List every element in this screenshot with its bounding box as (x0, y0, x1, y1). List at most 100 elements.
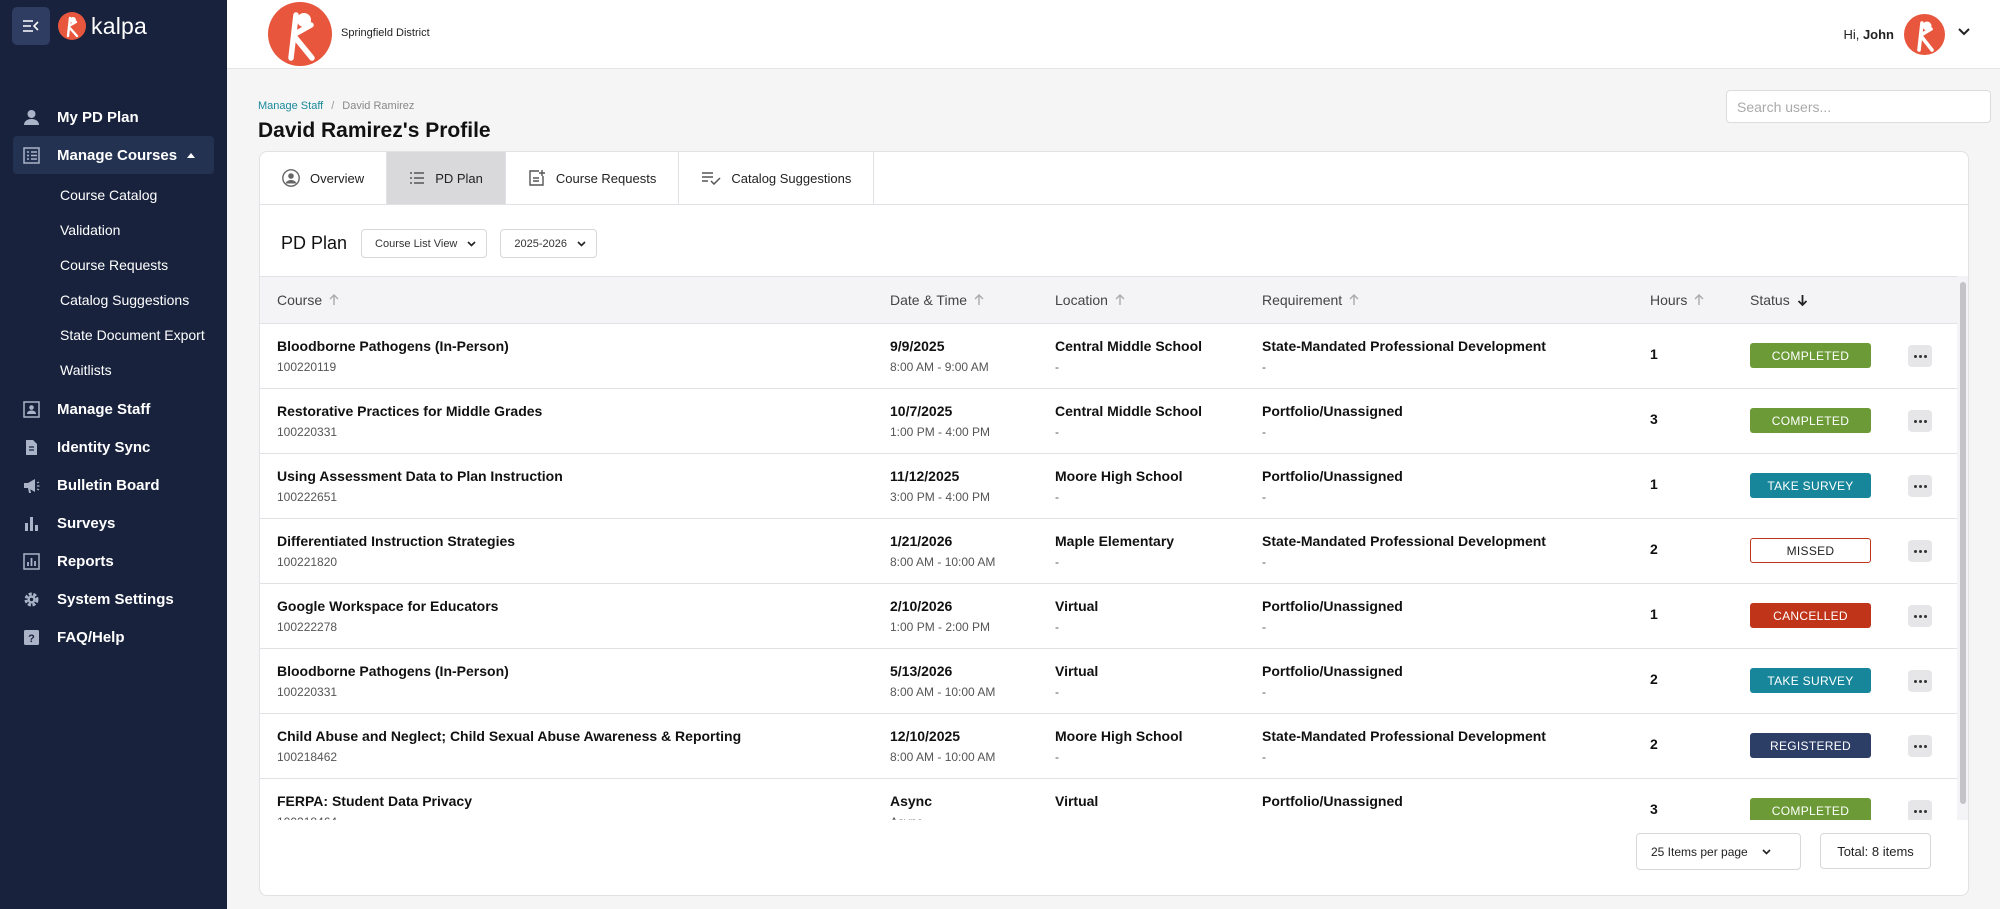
list-icon (410, 172, 425, 184)
sidebar-item-faq-help[interactable]: ? FAQ/Help (0, 618, 227, 656)
course-location: Virtual (1055, 793, 1099, 809)
row-actions-button[interactable] (1908, 800, 1932, 820)
column-date-time[interactable]: Date & Time (890, 292, 984, 308)
column-location[interactable]: Location (1055, 292, 1125, 308)
sidebar-item-manage-courses[interactable]: Manage Courses (13, 136, 214, 174)
sidebar-item-manage-staff[interactable]: Manage Staff (0, 390, 227, 428)
sidebar-item-label: Manage Courses (57, 146, 178, 164)
sidebar-item-identity-sync[interactable]: Identity Sync (0, 428, 227, 466)
tab-label: PD Plan (435, 170, 483, 186)
tab-course-requests[interactable]: Course Requests (506, 152, 680, 204)
course-name[interactable]: Child Abuse and Neglect; Child Sexual Ab… (277, 728, 741, 744)
district-logo-icon (268, 2, 332, 66)
more-dot-icon (1923, 549, 1927, 553)
course-code: 100220331 (277, 685, 338, 699)
row-actions-button[interactable] (1908, 540, 1932, 562)
row-actions-button[interactable] (1908, 345, 1932, 367)
row-actions-button[interactable] (1908, 670, 1932, 692)
course-hours: 2 (1650, 541, 1658, 557)
items-per-page-value: 25 Items per page (1651, 844, 1748, 859)
course-name[interactable]: Bloodborne Pathogens (In-Person) (277, 663, 509, 679)
table-row[interactable]: Restorative Practices for Middle Grades 1… (260, 389, 1957, 454)
course-location: Maple Elementary (1055, 533, 1175, 549)
subitem-validation[interactable]: Validation (0, 212, 227, 247)
status-badge[interactable]: COMPLETED (1750, 343, 1871, 368)
course-requirement-sub: - (1262, 620, 1266, 634)
subitem-course-requests[interactable]: Course Requests (0, 247, 227, 282)
status-badge[interactable]: TAKE SURVEY (1750, 668, 1871, 693)
course-time: 8:00 AM - 10:00 AM (890, 555, 996, 569)
column-course[interactable]: Course (277, 292, 339, 308)
tab-overview[interactable]: Overview (260, 152, 388, 204)
table-row[interactable]: Child Abuse and Neglect; Child Sexual Ab… (260, 714, 1957, 779)
more-dot-icon (1923, 484, 1927, 488)
items-per-page-select[interactable]: 25 Items per page (1636, 833, 1801, 870)
more-dot-icon (1913, 744, 1917, 748)
column-status[interactable]: Status (1750, 292, 1808, 308)
view-select[interactable]: Course List View (361, 229, 488, 258)
tab-pd-plan[interactable]: PD Plan (387, 152, 506, 204)
brand-name: kalpa (91, 12, 147, 39)
status-badge[interactable]: COMPLETED (1750, 798, 1871, 820)
document-icon (26, 440, 37, 455)
column-label: Requirement (1262, 292, 1343, 308)
course-code: 100218464 (277, 815, 337, 820)
table-scrollbar[interactable] (1957, 276, 1968, 820)
table-row[interactable]: FERPA: Student Data Privacy 100218464 Asyn… (260, 779, 1957, 820)
breadcrumb-manage-staff[interactable]: Manage Staff (258, 100, 323, 112)
table-row[interactable]: Google Workspace for Educators 100222278 2… (260, 584, 1957, 649)
avatar[interactable] (1904, 14, 1945, 55)
status-badge[interactable]: COMPLETED (1750, 408, 1871, 433)
table-row[interactable]: Differentiated Instruction Strategies 100… (260, 519, 1957, 584)
course-name[interactable]: Using Assessment Data to Plan Instructio… (277, 468, 563, 484)
brand[interactable]: kalpa (58, 12, 147, 40)
row-actions-button[interactable] (1908, 605, 1932, 627)
course-date: 5/13/2026 (890, 663, 953, 679)
course-name[interactable]: Bloodborne Pathogens (In-Person) (277, 338, 509, 354)
status-badge[interactable]: TAKE SURVEY (1750, 473, 1871, 498)
course-time: 8:00 AM - 10:00 AM (890, 750, 996, 764)
profile-card: Overview PD Plan Course Requests Catalog… (259, 151, 1969, 896)
table-row[interactable]: Bloodborne Pathogens (In-Person) 10022011… (260, 324, 1957, 389)
tab-catalog-suggestions[interactable]: Catalog Suggestions (679, 152, 875, 204)
course-date: 2/10/2026 (890, 598, 953, 614)
sidebar-item-label: Surveys (57, 514, 116, 532)
bar-chart-icon (25, 517, 38, 531)
sidebar-item-bulletin-board[interactable]: Bulletin Board (0, 466, 227, 504)
table-row[interactable]: Using Assessment Data to Plan Instructio… (260, 454, 1957, 519)
subitem-catalog-suggestions[interactable]: Catalog Suggestions (0, 282, 227, 317)
sidebar-item-system-settings[interactable]: System Settings (0, 580, 227, 618)
status-badge[interactable]: REGISTERED (1750, 733, 1871, 758)
status-badge[interactable]: CANCELLED (1750, 603, 1871, 628)
year-select[interactable]: 2025-2026 (500, 229, 597, 258)
table-row[interactable]: Bloodborne Pathogens (In-Person) 10022033… (260, 649, 1957, 714)
scrollbar-thumb[interactable] (1960, 282, 1966, 804)
course-name[interactable]: Google Workspace for Educators (277, 598, 498, 614)
more-dot-icon (1923, 809, 1927, 813)
course-hours: 2 (1650, 671, 1658, 687)
more-dot-icon (1918, 484, 1922, 488)
course-name[interactable]: Restorative Practices for Middle Grades (277, 403, 542, 419)
row-actions-button[interactable] (1908, 735, 1932, 757)
more-dot-icon (1923, 679, 1927, 683)
sidebar-item-reports[interactable]: Reports (0, 542, 227, 580)
column-requirement[interactable]: Requirement (1262, 292, 1359, 308)
subitem-state-document-export[interactable]: State Document Export (0, 317, 227, 352)
profile-tabs: Overview PD Plan Course Requests Catalog… (260, 152, 1968, 205)
row-actions-button[interactable] (1908, 410, 1932, 432)
chevron-down-icon[interactable] (1958, 28, 1970, 36)
search-users-input[interactable] (1726, 90, 1991, 123)
user-greeting: Hi, John (1843, 27, 1894, 42)
subitem-waitlists[interactable]: Waitlists (0, 352, 227, 387)
sidebar-item-my-pd-plan[interactable]: My PD Plan (0, 98, 227, 136)
pd-plan-title: PD Plan (281, 233, 348, 253)
course-name[interactable]: FERPA: Student Data Privacy (277, 793, 472, 809)
breadcrumb-current: David Ramirez (342, 100, 415, 112)
subitem-course-catalog[interactable]: Course Catalog (0, 177, 227, 212)
course-name[interactable]: Differentiated Instruction Strategies (277, 533, 515, 549)
sidebar-item-surveys[interactable]: Surveys (0, 504, 227, 542)
row-actions-button[interactable] (1908, 475, 1932, 497)
column-hours[interactable]: Hours (1650, 292, 1704, 308)
collapse-sidebar-button[interactable] (12, 7, 50, 45)
status-badge[interactable]: MISSED (1750, 538, 1871, 563)
